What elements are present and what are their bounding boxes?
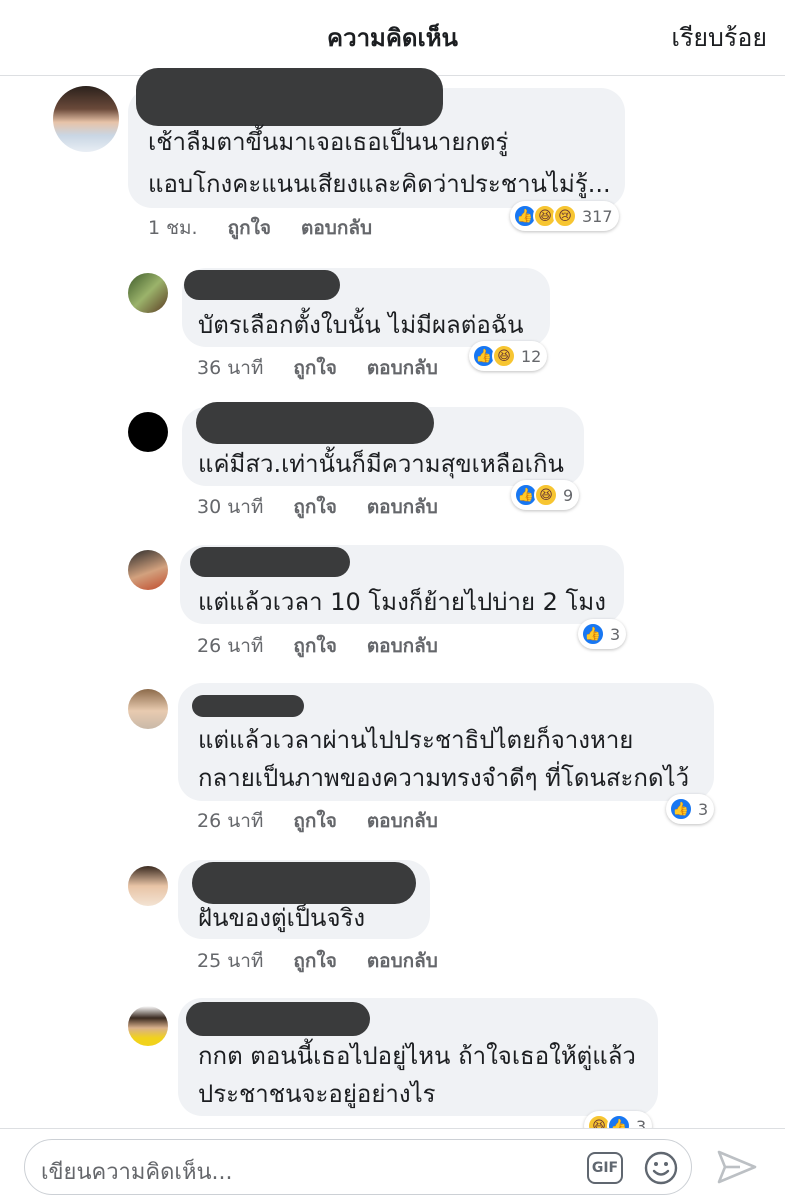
reply-link[interactable]: ตอบกลับ	[367, 492, 438, 522]
comment-text-line: กลายเป็นภาพของความทรงจำดีๆ ที่โดนสะกดไว้	[198, 764, 690, 792]
gif-icon[interactable]: GIF	[587, 1152, 623, 1184]
avatar[interactable]	[128, 866, 168, 906]
comment-time: 26 นาที	[197, 810, 264, 832]
reaction-summary[interactable]: 👍 😆 😢 317	[510, 201, 619, 231]
avatar[interactable]	[128, 689, 168, 729]
comment-meta: 1 ชม. ถูกใจ ตอบกลับ	[148, 213, 402, 243]
comment-input[interactable]: เขียนความคิดเห็น... GIF	[24, 1139, 692, 1195]
comment-meta: 26 นาที ถูกใจ ตอบกลับ	[197, 631, 468, 661]
comment-input-placeholder: เขียนความคิดเห็น...	[41, 1160, 233, 1185]
comment-meta: 25 นาที ถูกใจ ตอบกลับ	[197, 946, 468, 976]
author-name-redacted	[190, 547, 350, 577]
reply-link[interactable]: ตอบกลับ	[367, 946, 438, 976]
avatar[interactable]	[128, 412, 168, 452]
comment-text-line: แต่แล้วเวลา 10 โมงก็ย้ายไปบ่าย 2 โมง	[198, 588, 606, 616]
reaction-summary[interactable]: 👍 😆 9	[511, 480, 580, 510]
comment-time: 36 นาที	[197, 357, 264, 379]
comment-text-line: แอบโกงคะแนนเสียงและคิดว่าประชานไม่รู้...	[148, 170, 611, 198]
like-link[interactable]: ถูกใจ	[293, 806, 336, 836]
comment-time: 26 นาที	[197, 635, 264, 657]
avatar[interactable]	[128, 273, 168, 313]
haha-icon: 😆	[534, 483, 558, 507]
like-link[interactable]: ถูกใจ	[293, 631, 336, 661]
haha-icon: 😆	[492, 344, 516, 368]
comment-time: 1 ชม.	[148, 217, 198, 239]
comment-composer: เขียนความคิดเห็น... GIF	[0, 1128, 785, 1200]
comment-text-line: แค่มีสว.เท่านั้นก็มีความสุขเหลือเกิน	[198, 450, 564, 478]
comment-text-line: ประชาชนจะอยู่อย่างไร	[198, 1080, 436, 1108]
reaction-summary[interactable]: 👍 3	[578, 619, 627, 649]
top-bar: ความคิดเห็น เรียบร้อย	[0, 0, 785, 76]
comment-meta: 30 นาที ถูกใจ ตอบกลับ	[197, 492, 468, 522]
author-name-redacted	[186, 1002, 370, 1036]
reply-link[interactable]: ตอบกลับ	[301, 213, 372, 243]
reaction-count: 3	[698, 799, 709, 819]
like-link[interactable]: ถูกใจ	[293, 492, 336, 522]
reaction-summary[interactable]: 👍 😆 12	[469, 341, 548, 371]
sad-icon: 😢	[553, 204, 577, 228]
reply-link[interactable]: ตอบกลับ	[367, 353, 438, 383]
reaction-count: 12	[521, 346, 542, 366]
emoji-icon[interactable]	[643, 1150, 679, 1186]
comment-time: 30 นาที	[197, 496, 264, 518]
comment-text-line: เช้าลืมตาขึ้นมาเจอเธอเป็นนายกตรู่	[148, 128, 509, 156]
comment-text-line: ฝันของตู่เป็นจริง	[198, 904, 366, 932]
reaction-count: 9	[563, 485, 574, 505]
reaction-summary[interactable]: 👍 3	[666, 794, 715, 824]
comment-meta: 36 นาที ถูกใจ ตอบกลับ	[197, 353, 468, 383]
comment-time: 25 นาที	[197, 950, 264, 972]
like-icon: 👍	[581, 622, 605, 646]
send-icon[interactable]	[716, 1149, 758, 1185]
like-link[interactable]: ถูกใจ	[293, 946, 336, 976]
like-link[interactable]: ถูกใจ	[228, 213, 271, 243]
author-name-redacted	[192, 695, 304, 717]
avatar[interactable]	[128, 1006, 168, 1046]
page-title: ความคิดเห็น	[327, 24, 458, 52]
reply-link[interactable]: ตอบกลับ	[367, 631, 438, 661]
reaction-count: 317	[582, 206, 613, 226]
author-name-redacted	[196, 402, 434, 444]
author-name-redacted	[136, 68, 443, 126]
done-button[interactable]: เรียบร้อย	[671, 18, 767, 58]
like-icon: 👍	[669, 797, 693, 821]
avatar[interactable]	[128, 550, 168, 590]
reaction-count: 3	[610, 624, 621, 644]
comment-text-line: บัตรเลือกตั้งใบนั้น ไม่มีผลต่อฉัน	[198, 311, 524, 339]
comment-meta: 26 นาที ถูกใจ ตอบกลับ	[197, 806, 468, 836]
like-link[interactable]: ถูกใจ	[293, 353, 336, 383]
avatar[interactable]	[53, 86, 119, 152]
reply-link[interactable]: ตอบกลับ	[367, 806, 438, 836]
author-name-redacted	[184, 270, 340, 300]
